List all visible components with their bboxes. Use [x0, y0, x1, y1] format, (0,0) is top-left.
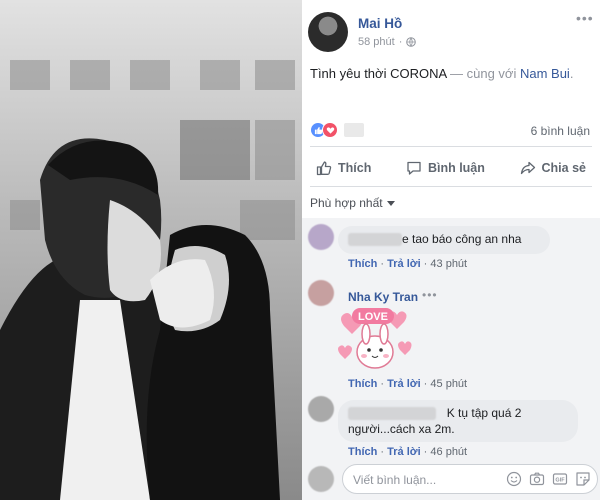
- sort-label: Phù hợp nhất: [310, 196, 383, 210]
- emoji-icon[interactable]: [506, 471, 522, 487]
- comment-input-placeholder: Viết bình luận...: [353, 473, 437, 487]
- love-reaction-icon: [322, 122, 338, 138]
- comment-bubble: K tụ tập quá 2 người...cách xa 2m.: [338, 400, 578, 442]
- comment-text-line2: người...cách xa 2m.: [348, 422, 455, 436]
- tagged-user[interactable]: Nam Bui: [520, 66, 570, 81]
- comment-time[interactable]: 46 phút: [430, 446, 467, 458]
- post-caption-end: .: [569, 66, 574, 81]
- comment-actions: Thích · Trả lời · 45 phút: [348, 378, 468, 390]
- blurred-text: [348, 233, 402, 247]
- author-avatar[interactable]: [308, 12, 348, 52]
- blurred-text: [348, 407, 436, 421]
- comment-reply-link[interactable]: Trả lời: [387, 446, 421, 458]
- thumbs-up-icon: [316, 161, 332, 176]
- sticker-text: LOVE: [358, 311, 388, 323]
- comment-like-link[interactable]: Thích: [348, 378, 377, 390]
- comment-text-line1: K tụ tập quá 2: [446, 406, 522, 420]
- divider: [310, 186, 592, 187]
- commenter-name[interactable]: Nha Ky Tran: [348, 290, 418, 304]
- post-header: Mai Hồ 58 phút · •••: [308, 10, 594, 54]
- divider: [310, 146, 592, 147]
- camera-icon[interactable]: [529, 471, 545, 487]
- comment-actions: Thích · Trả lời · 43 phút: [348, 258, 468, 270]
- more-icon[interactable]: •••: [422, 288, 438, 302]
- comment-input[interactable]: Viết bình luận... GIF: [342, 464, 598, 494]
- post-caption: Tình yêu thời CORONA: [310, 66, 447, 81]
- comment-button[interactable]: Bình luận: [400, 154, 491, 182]
- comment-like-link[interactable]: Thích: [348, 258, 377, 270]
- share-button[interactable]: Chia sẻ: [514, 154, 592, 182]
- more-icon[interactable]: •••: [576, 11, 594, 25]
- comment-label: Bình luận: [427, 161, 485, 175]
- comments-section: e tao báo công an nha Thích · Trả lời · …: [302, 218, 600, 500]
- comment-sort-dropdown[interactable]: Phù hợp nhất: [310, 196, 395, 210]
- post-text: Tình yêu thời CORONA — cùng với Nam Bui.: [310, 66, 573, 81]
- post-photo[interactable]: [0, 0, 302, 500]
- comment-time[interactable]: 43 phút: [430, 258, 467, 270]
- share-label: Chia sẻ: [541, 161, 586, 175]
- author-name[interactable]: Mai Hồ: [358, 16, 402, 31]
- svg-text:GIF: GIF: [555, 478, 565, 484]
- reaction-icons[interactable]: [310, 122, 338, 138]
- share-arrow-icon: [520, 161, 535, 175]
- sticker-icon[interactable]: [575, 471, 591, 487]
- commenter-avatar[interactable]: [308, 396, 334, 422]
- comment-reply-link[interactable]: Trả lời: [387, 378, 421, 390]
- couple-photo-image: [0, 0, 302, 500]
- comment-actions: Thích · Trả lời · 46 phút: [348, 446, 468, 458]
- globe-icon: [406, 37, 417, 47]
- viewer-avatar: [308, 466, 334, 492]
- comment-composer: Viết bình luận... GIF: [308, 464, 598, 494]
- chat-bubble-icon: [407, 161, 421, 175]
- comment-text: e tao báo công an nha: [402, 232, 522, 246]
- comment-like-link[interactable]: Thích: [348, 446, 377, 458]
- like-button[interactable]: Thích: [310, 154, 377, 182]
- comment-reply-link[interactable]: Trả lời: [387, 258, 421, 270]
- with-text: — cùng với: [446, 66, 520, 81]
- composer-icons: GIF: [506, 471, 591, 487]
- like-label: Thích: [338, 161, 372, 175]
- gif-icon[interactable]: GIF: [552, 471, 568, 487]
- post-panel: Mai Hồ 58 phút · ••• Tình yêu thời CORON…: [302, 0, 600, 500]
- comment-bubble: e tao báo công an nha: [338, 226, 550, 254]
- post-actions: Thích Bình luận Chia sẻ: [310, 154, 592, 182]
- commenter-avatar[interactable]: [308, 224, 334, 250]
- commenter-avatar[interactable]: [308, 280, 334, 306]
- reaction-count-blurred: [344, 123, 364, 137]
- comment-time[interactable]: 45 phút: [430, 378, 467, 390]
- post-meta: 58 phút ·: [358, 36, 417, 48]
- love-sticker: LOVE: [338, 308, 412, 369]
- caret-down-icon: [386, 200, 395, 206]
- post-time[interactable]: 58 phút: [358, 36, 395, 48]
- reactions-bar: 6 bình luận: [310, 120, 592, 142]
- comment-count[interactable]: 6 bình luận: [531, 124, 590, 138]
